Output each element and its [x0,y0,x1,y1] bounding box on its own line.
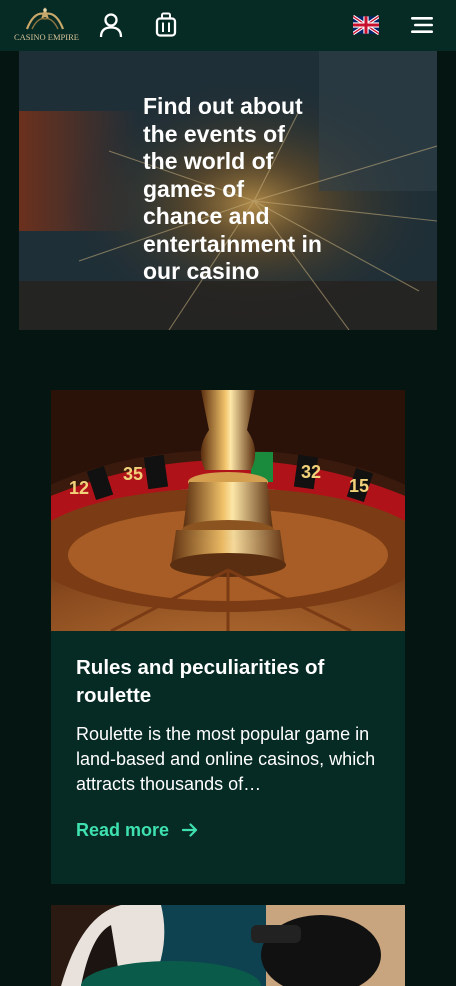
article-card[interactable]: 12 35 32 15 Rules and peculiarities of r… [51,390,405,884]
crown-icon [25,7,65,30]
dealer-table-image [51,905,405,986]
luggage-icon[interactable] [155,12,177,38]
hero-title: Find out about the events of the world o… [143,93,322,284]
arrow-right-icon [182,823,198,837]
article-card-partial[interactable] [51,905,405,986]
user-icon[interactable] [99,13,123,38]
article-title[interactable]: Rules and peculiarities of roulette [76,654,376,710]
read-more-label: Read more [76,819,170,840]
svg-text:32: 32 [301,462,321,482]
article-excerpt: Roulette is the most popular game in lan… [76,724,376,794]
logo-text: CASINO EMPIRE [14,32,79,42]
read-more-link[interactable]: Read more [76,818,198,842]
casino-empire-logo[interactable]: CASINO EMPIRE [14,5,79,47]
svg-text:35: 35 [123,464,143,484]
hero-banner: Find out about the events of the world o… [19,51,437,330]
hamburger-menu-icon[interactable] [411,16,433,34]
top-navigation-bar: CASINO EMPIRE [0,0,456,51]
svg-text:12: 12 [69,478,89,498]
uk-flag-icon[interactable] [353,15,379,35]
roulette-wheel-image: 12 35 32 15 [51,390,405,631]
svg-text:15: 15 [349,476,369,496]
